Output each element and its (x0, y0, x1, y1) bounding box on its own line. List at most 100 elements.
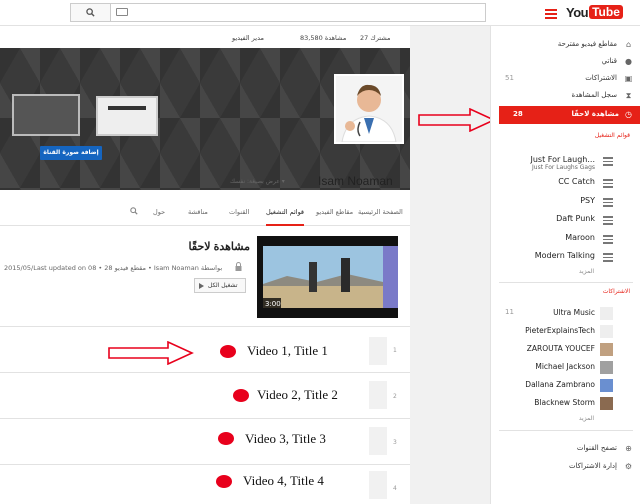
sidebar-playlist[interactable]: CC Catch (491, 173, 640, 193)
video-title[interactable]: Video 4, Title 4 (243, 473, 324, 489)
play-all-button[interactable]: تشغيل الكل (194, 278, 246, 293)
sidebar-subscription[interactable]: Dallana Zambrano (491, 377, 640, 395)
red-dot-marker (216, 475, 232, 488)
video-thumbnail[interactable] (369, 337, 387, 365)
video-index: 1 (393, 347, 397, 354)
video-index: 3 (393, 439, 397, 446)
sidebar-playlist[interactable]: Modern Talking (491, 247, 640, 267)
guide-sidebar: مقاطع فيديو مقترحة ⌂ قناتي ● 51 الاشتراك… (490, 26, 640, 504)
video-thumbnail[interactable] (369, 471, 387, 499)
avatar (600, 343, 613, 356)
red-dot-marker (218, 432, 234, 445)
video-title[interactable]: Video 3, Title 3 (245, 431, 326, 447)
clock-icon: ◷ (625, 110, 632, 119)
tab-discussion[interactable]: مناقشة (188, 208, 208, 216)
playlist-thumbnail[interactable]: 3:00 (257, 236, 398, 318)
youtube-logo[interactable]: You Tube (566, 4, 623, 20)
playlist-icon (603, 198, 613, 209)
red-dot-marker (233, 389, 249, 402)
sidebar-playlist[interactable]: Just For Laugh... Just For Laughs Gags (491, 151, 640, 171)
sidebar-subscription[interactable]: 11 Ultra Music (491, 305, 640, 323)
video-thumbnail[interactable] (369, 427, 387, 455)
page: You Tube 27 مشترك 83,580 مشاهدة مدير الف… (0, 0, 640, 504)
channel-stats: 27 مشترك 83,580 مشاهدة مدير الفيديو (0, 26, 410, 48)
sidebar-playlist[interactable]: Maroon (491, 229, 640, 249)
playlist-meta: 2015/05/Last updated on 08 • مقطع فيديو … (4, 264, 223, 272)
red-dot-marker (220, 345, 236, 358)
avatar (600, 307, 613, 320)
tab-home[interactable]: الصفحة الرئيسية (358, 208, 403, 216)
video-index: 2 (393, 393, 397, 400)
view-count: 83,580 مشاهدة (300, 34, 347, 42)
video-duration: 3:00 (265, 300, 281, 308)
sidebar-playlist[interactable]: PSY (491, 192, 640, 212)
avatar (600, 379, 613, 392)
plus-circle-icon: ⊕ (625, 444, 632, 453)
playlist-icon (603, 235, 613, 246)
channel-banner: إضافة صورة القناة (0, 48, 410, 190)
lock-icon (235, 262, 242, 271)
tab-playlists[interactable]: قوائم التشغيل (266, 208, 305, 226)
annotation-arrow-icon (418, 108, 496, 132)
sidebar-item-my-channel[interactable]: قناتي ● (491, 53, 640, 71)
tab-channels[interactable]: القنوات (229, 208, 249, 216)
video-title[interactable]: Video 2, Title 2 (257, 387, 338, 403)
sidebar-subscription[interactable]: PieterExplainsTech (491, 323, 640, 341)
annotation-arrow-icon (108, 341, 194, 365)
sidebar-item-history[interactable]: سجل المشاهدة ⧗ (491, 87, 640, 105)
sidebar-item-subscriptions[interactable]: 51 الاشتراكات ▣ (491, 70, 640, 88)
guide-menu-icon[interactable] (545, 9, 557, 21)
hourglass-icon: ⧗ (625, 91, 632, 100)
sidebar-subscription[interactable]: Michael Jackson (491, 359, 640, 377)
avatar (600, 397, 613, 410)
video-row[interactable]: 3 Video 3, Title 3 (0, 418, 410, 464)
video-title[interactable]: Video 1, Title 1 (247, 343, 328, 359)
channel-avatar[interactable] (334, 74, 404, 144)
play-icon (199, 282, 204, 289)
home-icon: ⌂ (625, 40, 632, 49)
video-thumbnail[interactable] (369, 381, 387, 409)
more-playlists-link[interactable]: المزيد (579, 268, 594, 275)
top-bar: You Tube (0, 0, 640, 26)
sidebar-item-browse-channels[interactable]: تصفح القنوات ⊕ (491, 440, 640, 458)
subscriber-count: 27 مشترك (360, 34, 391, 42)
laptop-device-icon (96, 96, 158, 136)
playlists-heading: قوائم التشغيل (594, 132, 630, 139)
sidebar-subscription[interactable]: ZAROUTA YOUCEF (491, 341, 640, 359)
monitor-device-icon (12, 94, 80, 136)
subscriptions-icon: ▣ (624, 74, 633, 83)
subscriptions-heading: الاشتراكات (602, 288, 630, 295)
add-channel-art-button[interactable]: إضافة صورة القناة (40, 146, 102, 160)
sidebar-item-manage-subscriptions[interactable]: إدارة الاشتراكات ⚙ (491, 458, 640, 476)
search-input[interactable] (110, 3, 486, 22)
channel-tabs: الصفحة الرئيسية مقاطع الفيديو قوائم التش… (0, 198, 410, 226)
video-manager-link[interactable]: مدير الفيديو (232, 34, 264, 42)
divider (499, 282, 633, 283)
video-row[interactable]: 1 Video 1, Title 1 (0, 326, 410, 372)
playlist-title: مشاهدة لاحقًا (188, 241, 250, 253)
keyboard-icon[interactable] (116, 8, 128, 16)
search-button[interactable] (70, 3, 110, 22)
video-index: 4 (393, 485, 397, 492)
avatar (600, 361, 613, 374)
gear-icon: ⚙ (624, 462, 633, 471)
search-icon (86, 8, 95, 17)
sidebar-item-watch-later[interactable]: 28 مشاهدة لاحقًا ◷ (499, 106, 640, 124)
playlist-icon (603, 253, 613, 264)
playlist-icon (603, 157, 613, 168)
person-icon: ● (625, 57, 632, 66)
sidebar-subscription[interactable]: Blacknew Storm (491, 395, 640, 413)
channel-search-icon[interactable] (130, 207, 138, 215)
more-subscriptions-link[interactable]: المزيد (579, 415, 594, 422)
tab-videos[interactable]: مقاطع الفيديو (316, 208, 353, 216)
sidebar-item-recommended[interactable]: مقاطع فيديو مقترحة ⌂ (491, 36, 640, 54)
playlist-icon (603, 216, 613, 227)
channel-name: Isam Noaman (318, 174, 393, 188)
playlist-icon (603, 179, 613, 190)
sidebar-playlist[interactable]: Daft Punk (491, 210, 640, 230)
video-row[interactable]: 4 Video 4, Title 4 (0, 464, 410, 504)
view-as-selector[interactable]: عرض بصيغة: نفسك ▾ (230, 178, 285, 185)
video-row[interactable]: 2 Video 2, Title 2 (0, 372, 410, 418)
tab-about[interactable]: حول (153, 208, 165, 216)
divider (499, 430, 633, 431)
